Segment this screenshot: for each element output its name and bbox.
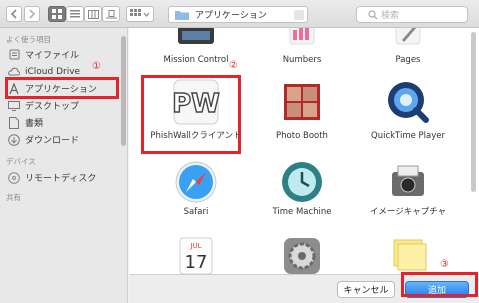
app-item-time-machine[interactable]: Time Machine bbox=[247, 154, 357, 224]
sidebar-item-label: ダウンロード bbox=[25, 136, 80, 146]
sidebar-heading-shared: 共有 bbox=[6, 193, 21, 202]
all-files-icon bbox=[8, 49, 20, 61]
arrange-button[interactable] bbox=[126, 6, 154, 22]
cancel-button[interactable]: キャンセル bbox=[337, 281, 395, 298]
app-item-photo-booth[interactable]: Photo Booth bbox=[247, 74, 357, 150]
chevron-left-icon bbox=[10, 9, 17, 19]
sidebar-item-desktop[interactable]: デスクトップ bbox=[8, 98, 120, 113]
annotation-box-2 bbox=[141, 75, 241, 154]
chevron-right-icon bbox=[29, 9, 36, 19]
coverflow-view-button[interactable] bbox=[102, 6, 120, 22]
app-item-safari[interactable]: Safari bbox=[141, 154, 251, 224]
sidebar-item-myfiles[interactable]: マイファイル bbox=[8, 47, 120, 62]
location-label: アプリケーション bbox=[195, 11, 267, 21]
list-view-button[interactable] bbox=[66, 6, 84, 22]
app-item-quicktime[interactable]: QuickTime Player bbox=[353, 74, 463, 150]
app-label: Pages bbox=[395, 55, 421, 65]
sidebar-item-label: 書類 bbox=[25, 119, 44, 129]
grid-icon bbox=[52, 9, 62, 19]
sidebar-item-remote-disc[interactable]: リモートディスク bbox=[8, 170, 120, 185]
forward-button[interactable] bbox=[24, 6, 40, 22]
icon-view-button[interactable] bbox=[48, 6, 66, 22]
folder-icon bbox=[175, 10, 189, 20]
list-icon bbox=[70, 10, 80, 18]
annotation-number-1: ① bbox=[92, 61, 101, 72]
annotation-box-3 bbox=[401, 272, 478, 297]
content-scrollbar[interactable] bbox=[471, 32, 476, 192]
sidebar-item-label: マイファイル bbox=[25, 51, 80, 61]
app-label: イメージキャプチャ bbox=[369, 207, 447, 217]
sidebar-item-downloads[interactable]: ダウンロード bbox=[8, 132, 120, 147]
sidebar-heading-devices: デバイス bbox=[6, 157, 36, 166]
app-label: Time Machine bbox=[272, 207, 332, 217]
sidebar-heading-favorites: よく使う項目 bbox=[6, 35, 51, 44]
app-item-pages[interactable]: Pages bbox=[353, 28, 463, 68]
desktop-icon bbox=[8, 100, 20, 112]
sidebar-scrollbar[interactable] bbox=[121, 36, 126, 146]
annotation-box-1 bbox=[5, 77, 119, 99]
app-item-image-capture[interactable]: イメージキャプチャ bbox=[353, 154, 463, 224]
sidebar-item-documents[interactable]: 書類 bbox=[8, 115, 120, 130]
annotation-number-2: ② bbox=[229, 60, 238, 71]
columns-icon bbox=[87, 9, 99, 19]
photo-booth-icon bbox=[278, 78, 326, 126]
coverflow-icon bbox=[105, 9, 117, 18]
search-placeholder: 検索 bbox=[381, 11, 400, 21]
back-button[interactable] bbox=[6, 6, 22, 22]
location-popup[interactable]: アプリケーション bbox=[168, 6, 308, 23]
app-label: Numbers bbox=[282, 55, 322, 65]
file-open-dialog: アプリケーション 検索 よく使う項目 マイファイル iCloud Drive ア… bbox=[0, 0, 479, 303]
time-machine-icon bbox=[278, 158, 326, 206]
column-view-button[interactable] bbox=[84, 6, 102, 22]
calendar-icon: JUL 17 bbox=[172, 232, 220, 280]
search-icon bbox=[368, 10, 378, 20]
sidebar-item-label: iCloud Drive bbox=[25, 66, 81, 77]
app-grid: Mission Control Numbers Pages PW PhishWa… bbox=[129, 28, 479, 303]
quicktime-icon bbox=[384, 78, 432, 126]
svg-text:17: 17 bbox=[185, 252, 208, 273]
image-capture-icon bbox=[384, 158, 432, 206]
arrange-grid-icon bbox=[130, 9, 150, 17]
updown-chevron-icon bbox=[294, 10, 304, 20]
annotation-number-3: ③ bbox=[440, 259, 449, 270]
toolbar: アプリケーション 検索 bbox=[0, 0, 479, 28]
safari-icon bbox=[172, 158, 220, 206]
disc-icon bbox=[8, 171, 20, 184]
sidebar: よく使う項目 マイファイル iCloud Drive アプリケーション デスクト… bbox=[0, 28, 128, 303]
app-label: QuickTime Player bbox=[371, 131, 445, 141]
sidebar-item-label: リモートディスク bbox=[25, 174, 97, 184]
search-input[interactable]: 検索 bbox=[356, 6, 468, 23]
gear-icon bbox=[278, 232, 326, 280]
app-item-numbers[interactable]: Numbers bbox=[247, 28, 357, 68]
svg-text:JUL: JUL bbox=[189, 242, 201, 250]
download-icon bbox=[8, 133, 20, 146]
app-label: Safari bbox=[183, 207, 209, 217]
cloud-icon bbox=[8, 66, 20, 78]
document-icon bbox=[8, 116, 20, 129]
sidebar-item-label: デスクトップ bbox=[25, 102, 80, 112]
app-label: Photo Booth bbox=[276, 131, 328, 141]
